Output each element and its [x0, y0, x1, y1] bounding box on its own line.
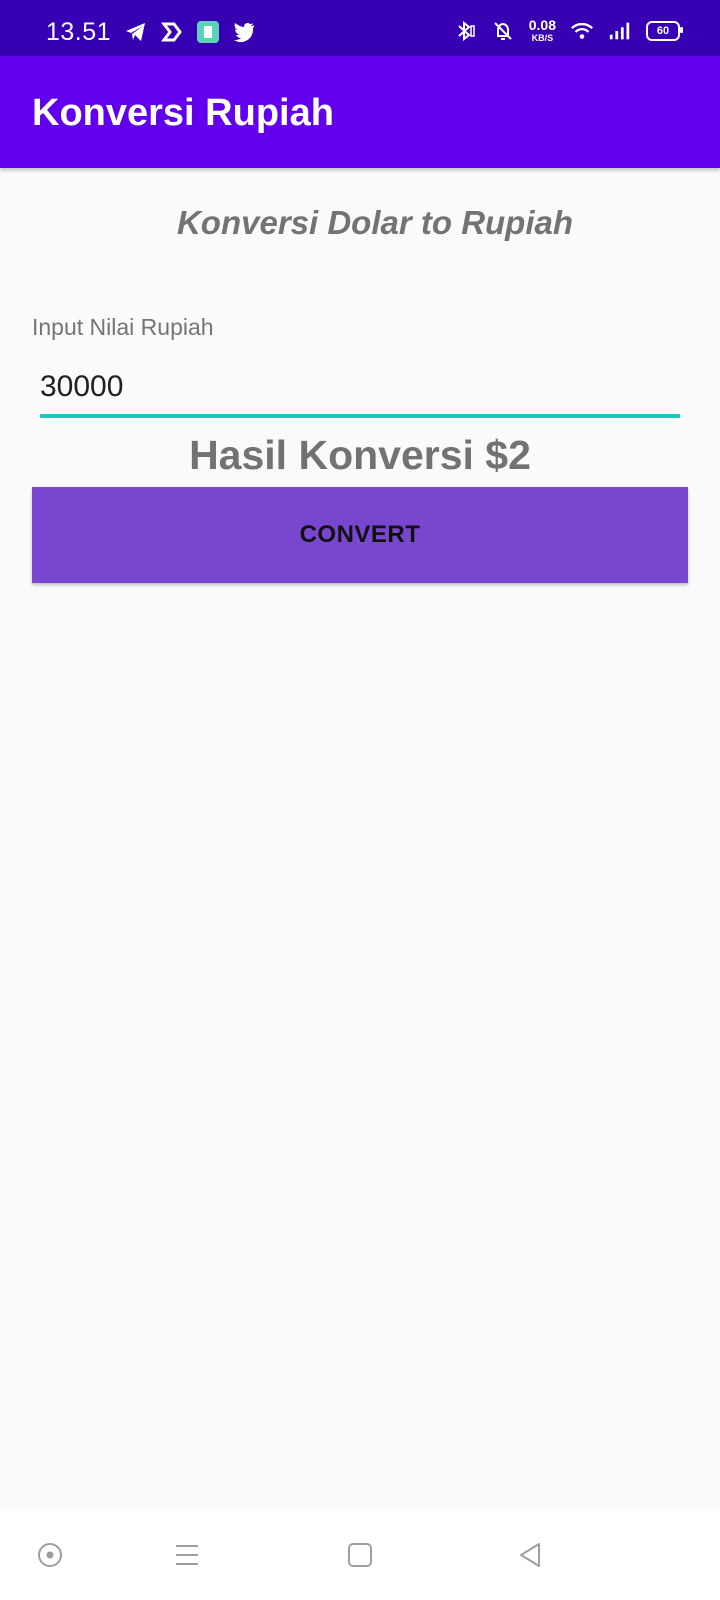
back-icon[interactable] [510, 1535, 550, 1575]
conversion-result: Hasil Konversi $2 [189, 432, 531, 478]
menu-icon[interactable] [167, 1535, 207, 1575]
home-icon[interactable] [340, 1535, 380, 1575]
bluetooth-icon [453, 19, 477, 43]
page-subtitle: Konversi Dolar to Rupiah [176, 204, 574, 241]
network-speed: 0.08 KB/S [529, 18, 556, 43]
assistant-icon[interactable] [30, 1535, 70, 1575]
system-icons: 0.08 KB/S 60 [453, 18, 683, 43]
rupiah-input[interactable] [40, 360, 680, 418]
twitter-icon [232, 20, 256, 44]
signal-icon [608, 19, 632, 43]
status-bar: 13.51 0.08 KB/S 60 [0, 0, 720, 56]
app-bar: Konversi Rupiah [0, 56, 720, 168]
mute-icon [491, 19, 515, 43]
app-icon [160, 20, 184, 44]
app-title: Konversi Rupiah [32, 92, 334, 134]
network-speed-value: 0.08 [528, 17, 556, 33]
input-label: Input Nilai Rupiah [32, 314, 214, 340]
network-speed-unit: KB/S [531, 33, 554, 43]
telegram-icon [124, 20, 148, 44]
wifi-icon [570, 19, 594, 43]
convert-button[interactable]: CONVERT [32, 487, 688, 583]
calculator-icon [196, 20, 220, 44]
notification-icons [124, 20, 256, 44]
status-time: 13.51 [46, 18, 112, 46]
battery-icon: 60 [646, 20, 683, 41]
navigation-bar [0, 1510, 720, 1600]
